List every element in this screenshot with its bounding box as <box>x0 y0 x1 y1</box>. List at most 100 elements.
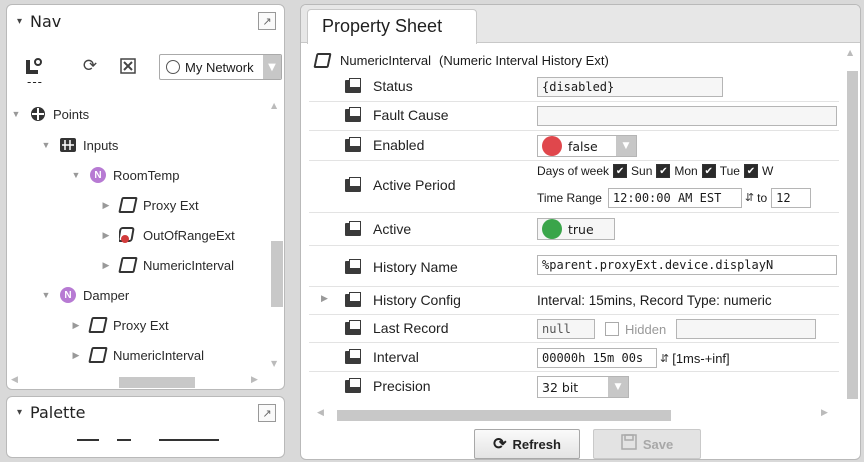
spinner-icon[interactable]: ⇵ <box>660 353 669 364</box>
property-sheet-vertical-scrollbar[interactable]: ▲ <box>844 45 860 405</box>
checkbox-tue[interactable]: ✔ <box>701 164 716 178</box>
extension-icon <box>118 256 138 274</box>
tree-item-numericinterval[interactable]: ▶ NumericInterval <box>101 251 234 279</box>
scroll-left-icon[interactable]: ◀ <box>11 375 18 385</box>
station-icon[interactable] <box>23 55 45 77</box>
expand-panel-icon[interactable]: ↗ <box>258 12 276 30</box>
tree-item-damper[interactable]: ▼ N Damper <box>41 281 129 309</box>
slot-icon <box>345 137 363 153</box>
expand-triangle-icon[interactable]: ▶ <box>101 200 111 211</box>
last-record-field: null <box>537 319 595 339</box>
extension-icon <box>88 346 108 364</box>
close-icon[interactable] <box>117 55 139 77</box>
expand-panel-icon[interactable]: ↗ <box>258 404 276 422</box>
status-red-icon <box>542 136 562 156</box>
expand-triangle-icon[interactable]: ▶ <box>101 260 111 271</box>
expand-triangle-icon[interactable]: ▶ <box>71 350 81 361</box>
toolbar-separator: --- <box>27 75 43 89</box>
property-row-active: Active true <box>309 213 839 246</box>
scroll-right-icon[interactable]: ▶ <box>251 375 258 385</box>
checkbox-mon[interactable]: ✔ <box>656 164 671 178</box>
precision-dropdown[interactable]: 32 bit ▼ <box>537 376 629 398</box>
expand-triangle-icon[interactable]: ▼ <box>71 170 81 180</box>
nav-toolbar: --- ⟳ My Network ▼ <box>7 49 284 89</box>
component-header: NumericInterval (Numeric Interval Histor… <box>313 49 609 71</box>
tab-bar: Property Sheet <box>301 5 860 44</box>
scrollbar-thumb[interactable] <box>337 410 671 421</box>
slot-icon <box>345 107 363 123</box>
extension-icon <box>118 196 138 214</box>
save-icon <box>621 433 637 455</box>
scrollbar-thumb[interactable] <box>119 377 195 388</box>
scroll-down-icon[interactable]: ▼ <box>271 359 277 368</box>
extension-icon <box>88 316 108 334</box>
network-select[interactable]: My Network ▼ <box>159 54 282 80</box>
property-row-active-period: Active Period Days of week ✔ Sun ✔ Mon ✔ Tu… <box>309 161 839 213</box>
property-sheet-horizontal-scrollbar[interactable]: ◀ ▶ <box>311 407 841 423</box>
time-range-label: Time Range <box>537 191 602 205</box>
active-field: true <box>537 218 615 240</box>
palette-panel: ▾ Palette ↗ <box>6 396 285 458</box>
component-name: NumericInterval <box>340 52 432 68</box>
history-config-summary: Interval: 15mins, Record Type: numeric <box>537 293 772 308</box>
property-sheet-body: NumericInterval (Numeric Interval Histor… <box>301 44 860 404</box>
points-icon <box>29 105 47 123</box>
tree-item-roomtemp[interactable]: ▼ N RoomTemp <box>71 161 179 189</box>
enabled-dropdown[interactable]: false ▼ <box>537 135 637 157</box>
last-record-detail-field <box>676 319 817 339</box>
tree-item-inputs[interactable]: ▼ Inputs <box>41 131 119 159</box>
expand-triangle-icon[interactable]: ▼ <box>41 140 51 150</box>
nav-vertical-scrollbar[interactable]: ▲ ▼ <box>269 101 283 371</box>
scrollbar-thumb[interactable] <box>847 71 858 399</box>
nav-tree: ▼ Points ▼ Inputs ▼ N RoomTemp ▶ Proxy E… <box>7 91 265 371</box>
interval-field[interactable]: 00000h 15m 00s <box>537 348 657 368</box>
scroll-left-icon[interactable]: ◀ <box>317 408 324 418</box>
collapse-chevron-icon[interactable]: ▾ <box>17 16 22 27</box>
tab-property-sheet[interactable]: Property Sheet <box>307 9 477 44</box>
expand-triangle-icon[interactable]: ▶ <box>101 230 111 241</box>
tree-item-damper-numericinterval[interactable]: ▶ NumericInterval <box>71 341 204 369</box>
palette-content <box>77 439 237 441</box>
hidden-checkbox[interactable] <box>605 322 619 336</box>
refresh-icon[interactable]: ⟳ <box>79 55 101 77</box>
property-row-interval: Interval 00000h 15m 00s ⇵ [1ms-+inf] <box>309 343 839 372</box>
spinner-icon[interactable]: ⇵ <box>745 192 754 204</box>
expand-triangle-icon[interactable]: ▶ <box>321 294 328 304</box>
days-of-week-label: Days of week <box>537 164 610 178</box>
scrollbar-thumb[interactable] <box>271 241 283 307</box>
save-button[interactable]: Save <box>593 429 701 459</box>
nav-horizontal-scrollbar[interactable]: ◀ ▶ <box>7 375 269 389</box>
expand-triangle-icon[interactable]: ▶ <box>71 320 81 331</box>
scroll-up-icon[interactable]: ▲ <box>271 101 277 110</box>
palette-header: ▾ Palette ↗ <box>7 397 284 427</box>
collapse-chevron-icon[interactable]: ▾ <box>17 407 22 418</box>
slot-icon <box>345 221 363 237</box>
scroll-up-icon[interactable]: ▲ <box>847 48 853 57</box>
palette-title: Palette <box>30 402 86 422</box>
property-sheet-panel: Property Sheet NumericInterval (Numeric … <box>300 4 861 460</box>
history-name-field[interactable]: %parent.proxyExt.device.displayN <box>537 255 837 275</box>
extension-icon <box>313 52 332 68</box>
property-row-precision: Precision 32 bit ▼ <box>309 372 839 402</box>
tree-item-points[interactable]: ▼ Points <box>11 100 90 128</box>
time-to-field[interactable]: 12 <box>771 188 812 208</box>
expand-triangle-icon[interactable]: ▼ <box>41 290 51 300</box>
expand-triangle-icon[interactable]: ▼ <box>11 109 21 119</box>
checkbox-wed[interactable]: ✔ <box>743 164 758 178</box>
nav-header: ▾ Nav ↗ <box>7 5 284 38</box>
property-row-last-record: Last Record null Hidden <box>309 315 839 343</box>
time-from-field[interactable]: 12:00:00 AM EST <box>607 188 742 208</box>
refresh-button[interactable]: ⟳ Refresh <box>474 429 580 459</box>
checkbox-sun[interactable]: ✔ <box>613 164 628 178</box>
tree-item-outofrangeext[interactable]: ▶ OutOfRangeExt <box>101 221 235 249</box>
scroll-right-icon[interactable]: ▶ <box>821 408 828 418</box>
globe-icon <box>166 60 180 74</box>
refresh-icon: ⟳ <box>493 436 507 453</box>
folder-grid-icon <box>59 136 77 154</box>
tree-item-proxy-ext[interactable]: ▶ Proxy Ext <box>101 191 199 219</box>
tree-item-damper-proxy-ext[interactable]: ▶ Proxy Ext <box>71 311 169 339</box>
alarm-extension-icon <box>119 226 137 244</box>
fault-cause-field <box>537 106 837 126</box>
numeric-point-icon: N <box>89 166 107 184</box>
property-row-history-config[interactable]: ▶ History Config Interval: 15mins, Recor… <box>309 287 839 315</box>
